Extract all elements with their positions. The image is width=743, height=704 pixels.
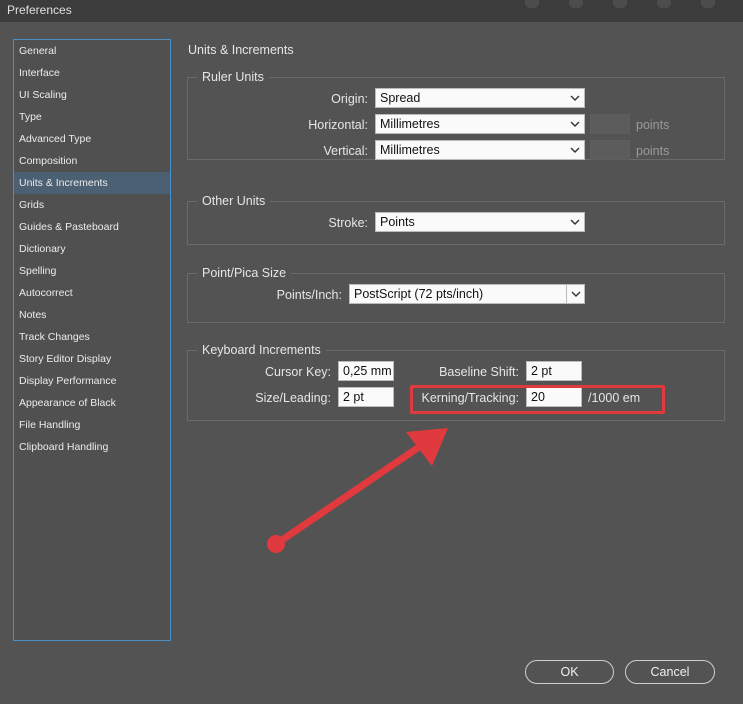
window-controls: [525, 0, 715, 10]
window-control-icon[interactable]: [701, 0, 715, 8]
vertical-label: Vertical:: [323, 144, 368, 158]
page-title: Units & Increments: [188, 43, 294, 57]
sidebar-item-units-increments[interactable]: Units & Increments: [14, 172, 170, 194]
horizontal-label: Horizontal:: [308, 118, 368, 132]
points-inch-dropdown[interactable]: [566, 285, 584, 303]
cursor-key-label: Cursor Key:: [265, 365, 331, 379]
points-inch-value: PostScript (72 pts/inch): [354, 287, 484, 301]
stroke-select[interactable]: Points: [375, 212, 585, 232]
sidebar-item-dictionary[interactable]: Dictionary: [14, 238, 170, 260]
chevron-down-icon: [570, 147, 580, 153]
sidebar-item-guides-pasteboard[interactable]: Guides & Pasteboard: [14, 216, 170, 238]
window-title: Preferences: [7, 3, 72, 17]
keyboard-increments-title: Keyboard Increments: [197, 342, 326, 358]
sidebar-item-track-changes[interactable]: Track Changes: [14, 326, 170, 348]
other-units-title: Other Units: [197, 193, 271, 209]
window-control-icon[interactable]: [525, 0, 539, 8]
cursor-key-value: 0,25 mm: [343, 364, 392, 378]
chevron-down-icon: [571, 291, 581, 297]
chevron-down-icon: [570, 95, 580, 101]
sidebar-item-interface[interactable]: Interface: [14, 62, 170, 84]
window-control-icon[interactable]: [613, 0, 627, 8]
cancel-button[interactable]: Cancel: [625, 660, 715, 684]
origin-label: Origin:: [331, 92, 368, 106]
ok-button[interactable]: OK: [525, 660, 614, 684]
vertical-value: Millimetres: [380, 143, 440, 157]
horizontal-value: Millimetres: [380, 117, 440, 131]
size-leading-value: 2 pt: [343, 390, 364, 404]
baseline-shift-value: 2 pt: [531, 364, 552, 378]
sidebar-item-autocorrect[interactable]: Autocorrect: [14, 282, 170, 304]
sidebar-item-spelling[interactable]: Spelling: [14, 260, 170, 282]
sidebar-item-file-handling[interactable]: File Handling: [14, 414, 170, 436]
vertical-points-input: [590, 140, 630, 160]
title-bar: Preferences: [0, 0, 743, 22]
sidebar-item-type[interactable]: Type: [14, 106, 170, 128]
sidebar-item-clipboard-handling[interactable]: Clipboard Handling: [14, 436, 170, 458]
chevron-down-icon: [570, 219, 580, 225]
sidebar-item-notes[interactable]: Notes: [14, 304, 170, 326]
origin-value: Spread: [380, 91, 421, 105]
ruler-units-title: Ruler Units: [197, 69, 269, 85]
sidebar-item-display-performance[interactable]: Display Performance: [14, 370, 170, 392]
horizontal-points-input: [590, 114, 630, 134]
point-pica-title: Point/Pica Size: [197, 265, 292, 281]
stroke-label: Stroke:: [328, 216, 368, 230]
window-control-icon[interactable]: [569, 0, 583, 8]
sidebar-item-grids[interactable]: Grids: [14, 194, 170, 216]
window-control-icon[interactable]: [657, 0, 671, 8]
sidebar-item-composition[interactable]: Composition: [14, 150, 170, 172]
sidebar-item-story-editor-display[interactable]: Story Editor Display: [14, 348, 170, 370]
vertical-select[interactable]: Millimetres: [375, 140, 585, 160]
sidebar-item-general[interactable]: General: [14, 40, 170, 62]
chevron-down-icon: [570, 121, 580, 127]
points-inch-combo[interactable]: PostScript (72 pts/inch): [349, 284, 585, 304]
vertical-points-suffix: points: [636, 144, 670, 158]
points-inch-label: Points/Inch:: [276, 288, 342, 302]
baseline-shift-input[interactable]: 2 pt: [526, 361, 582, 381]
horizontal-select[interactable]: Millimetres: [375, 114, 585, 134]
preferences-sidebar: General Interface UI Scaling Type Advanced T…: [13, 39, 171, 641]
origin-select[interactable]: Spread: [375, 88, 585, 108]
size-leading-input[interactable]: 2 pt: [338, 387, 394, 407]
stroke-value: Points: [380, 215, 415, 229]
baseline-shift-label: Baseline Shift:: [439, 365, 519, 379]
size-leading-label: Size/Leading:: [255, 391, 331, 405]
sidebar-item-appearance-of-black[interactable]: Appearance of Black: [14, 392, 170, 414]
sidebar-item-ui-scaling[interactable]: UI Scaling: [14, 84, 170, 106]
kerning-highlight-box: [410, 385, 665, 414]
horizontal-points-suffix: points: [636, 118, 670, 132]
sidebar-item-advanced-type[interactable]: Advanced Type: [14, 128, 170, 150]
cursor-key-input[interactable]: 0,25 mm: [338, 361, 394, 381]
